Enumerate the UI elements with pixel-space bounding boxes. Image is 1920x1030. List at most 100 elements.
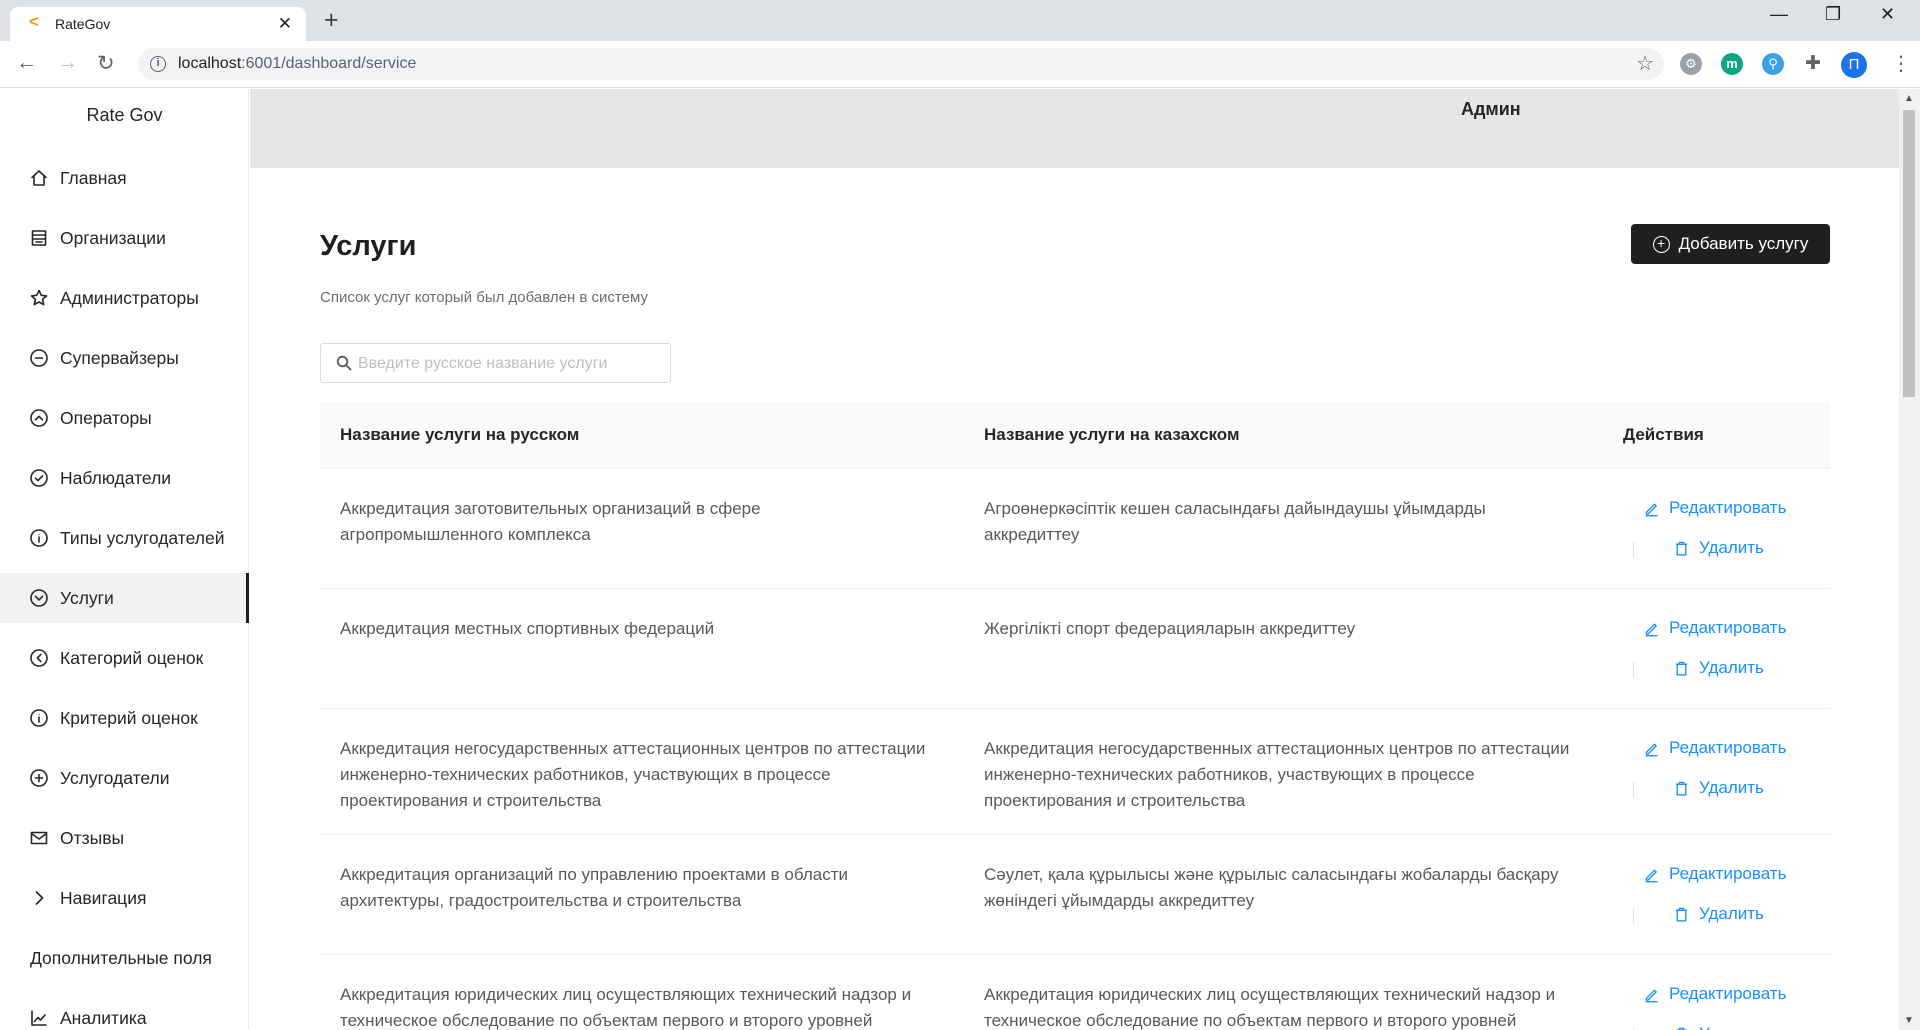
add-service-button[interactable]: + Добавить услугу (1631, 224, 1830, 264)
browser-menu-icon[interactable]: ⋮ (1891, 51, 1911, 76)
bookmark-star-icon[interactable]: ☆ (1636, 51, 1654, 76)
service-name-ru-line: Аккредитация юридических лиц осуществляю… (340, 985, 912, 1004)
service-name-ru-line: Аккредитация заготовительных организаций… (340, 499, 761, 518)
service-name-ru: Аккредитация местных спортивных федераци… (340, 616, 714, 642)
action-divider (1633, 662, 1634, 678)
sidebar-item[interactable]: Главная (0, 153, 249, 203)
service-name-ru-line: агропромышленного комплекса (340, 525, 591, 544)
table-row: Аккредитация организаций по управлению п… (320, 835, 1830, 955)
service-name-ru-line: проектирования и строительства (340, 791, 602, 810)
extensions-puzzle-icon[interactable]: ✚ (1802, 53, 1824, 75)
mail-icon (29, 828, 49, 848)
site-info-icon[interactable]: i (150, 56, 166, 72)
user-role-label[interactable]: Админ (1461, 99, 1521, 120)
minimize-icon[interactable]: — (1770, 4, 1788, 25)
delete-button[interactable]: Удалить (1673, 904, 1764, 924)
plus-circle-icon (29, 768, 49, 788)
sidebar-item[interactable]: Операторы (0, 393, 249, 443)
edit-label: Редактировать (1669, 984, 1787, 1003)
edit-button[interactable]: Редактировать (1643, 984, 1786, 1004)
service-name-kz-line: Аккредитация юридических лиц осуществляю… (984, 985, 1556, 1004)
delete-icon (1675, 1027, 1688, 1030)
down-circle-icon (29, 588, 49, 608)
delete-button[interactable]: Удалить (1673, 1024, 1764, 1030)
service-name-ru: Аккредитация организаций по управлению п… (340, 862, 848, 914)
plus-circle-icon: + (1652, 235, 1670, 253)
address-bar[interactable]: i localhost:6001/dashboard/service ☆ (138, 48, 1664, 80)
service-name-kz: Жергілікті спорт федерацияларын аккредит… (984, 616, 1355, 642)
sidebar-item-label: Критерий оценок (60, 707, 198, 728)
line-chart-icon (29, 1008, 49, 1028)
edit-label: Редактировать (1669, 864, 1787, 883)
service-name-ru: Аккредитация негосударственных аттестаци… (340, 736, 925, 814)
edit-button[interactable]: Редактировать (1643, 618, 1786, 638)
reload-icon[interactable]: ↻ (97, 51, 115, 76)
sidebar-item[interactable]: Организации (0, 213, 249, 263)
sidebar-item[interactable]: Дополнительные поля (0, 933, 249, 983)
left-circle-icon (29, 648, 49, 668)
star-icon (29, 288, 49, 308)
delete-icon (1675, 541, 1688, 556)
back-icon[interactable]: ← (16, 51, 37, 75)
search-input[interactable] (358, 353, 658, 375)
scroll-up-icon[interactable]: ▲ (1904, 93, 1914, 104)
sidebar-item[interactable]: Типы услугодателей (0, 513, 249, 563)
restore-icon[interactable]: ❐ (1825, 4, 1841, 25)
chevron-right-icon (29, 888, 49, 908)
delete-label: Удалить (1699, 778, 1764, 797)
search-field[interactable] (320, 343, 671, 383)
browser-tab-bar: < RateGov ✕ + — ❐ ✕ (0, 0, 1920, 41)
sidebar-item-label: Категорий оценок (60, 647, 204, 668)
new-tab-icon[interactable]: + (324, 7, 339, 33)
service-name-ru-line: инженерно-технических работников, участв… (340, 765, 831, 784)
extension-translate-icon[interactable]: ⚙ (1680, 53, 1702, 75)
service-name-ru: Аккредитация заготовительных организаций… (340, 496, 761, 548)
scroll-down-icon[interactable]: ▼ (1904, 1015, 1914, 1026)
window-close-icon[interactable]: ✕ (1880, 4, 1895, 25)
sidebar-item[interactable]: Категорий оценок (0, 633, 249, 683)
add-service-label: Добавить услугу (1678, 234, 1809, 253)
edit-label: Редактировать (1669, 618, 1787, 637)
app-header: Админ (250, 89, 1899, 168)
up-circle-icon (29, 408, 49, 428)
delete-icon (1675, 661, 1688, 676)
extension-search-icon[interactable]: ⚲ (1762, 53, 1784, 75)
page-scrollbar[interactable]: ▲ ▼ (1899, 89, 1920, 1030)
edit-button[interactable]: Редактировать (1643, 498, 1786, 518)
edit-icon (1645, 869, 1658, 882)
page-subtitle: Список услуг который был добавлен в сист… (320, 289, 648, 306)
sidebar-item[interactable]: Навигация (0, 873, 249, 923)
edit-button[interactable]: Редактировать (1643, 738, 1786, 758)
delete-button[interactable]: Удалить (1673, 538, 1764, 558)
edit-label: Редактировать (1669, 498, 1787, 517)
service-name-kz-line: техническое обследование по объектам пер… (984, 1011, 1517, 1030)
service-name-kz-line: инженерно-технических работников, участв… (984, 765, 1475, 784)
service-name-ru-line: архитектуры, градостроительства и строит… (340, 891, 742, 910)
action-divider (1633, 908, 1634, 924)
sidebar-item[interactable]: Услугодатели (0, 753, 249, 803)
extension-m-icon[interactable]: m (1721, 53, 1743, 75)
sidebar-item[interactable]: Супервайзеры (0, 333, 249, 383)
close-tab-icon[interactable]: ✕ (278, 14, 292, 34)
edit-button[interactable]: Редактировать (1643, 864, 1786, 884)
profile-avatar[interactable]: П (1841, 52, 1867, 78)
sidebar-item[interactable]: Критерий оценок (0, 693, 249, 743)
delete-label: Удалить (1699, 904, 1764, 923)
sidebar-item[interactable]: Аналитика (0, 993, 249, 1030)
forward-icon[interactable]: → (57, 51, 78, 75)
service-name-ru-line: Аккредитация местных спортивных федераци… (340, 619, 715, 638)
sidebar-item[interactable]: Отзывы (0, 813, 249, 863)
delete-button[interactable]: Удалить (1673, 778, 1764, 798)
check-circle-icon (29, 468, 49, 488)
edit-label: Редактировать (1669, 738, 1787, 757)
brand-logo-text: Rate Gov (86, 105, 163, 125)
scrollbar-thumb[interactable] (1903, 110, 1915, 397)
sidebar-item[interactable]: Администраторы (0, 273, 249, 323)
sidebar-item[interactable]: Наблюдатели (0, 453, 249, 503)
service-name-kz-line: аккредиттеу (984, 525, 1080, 544)
delete-button[interactable]: Удалить (1673, 658, 1764, 678)
service-name-ru: Аккредитация юридических лиц осуществляю… (340, 982, 911, 1030)
browser-tab[interactable]: < RateGov ✕ (10, 7, 306, 41)
sidebar-item[interactable]: Услуги (0, 573, 249, 623)
sidebar-item-label: Аналитика (60, 1007, 147, 1028)
